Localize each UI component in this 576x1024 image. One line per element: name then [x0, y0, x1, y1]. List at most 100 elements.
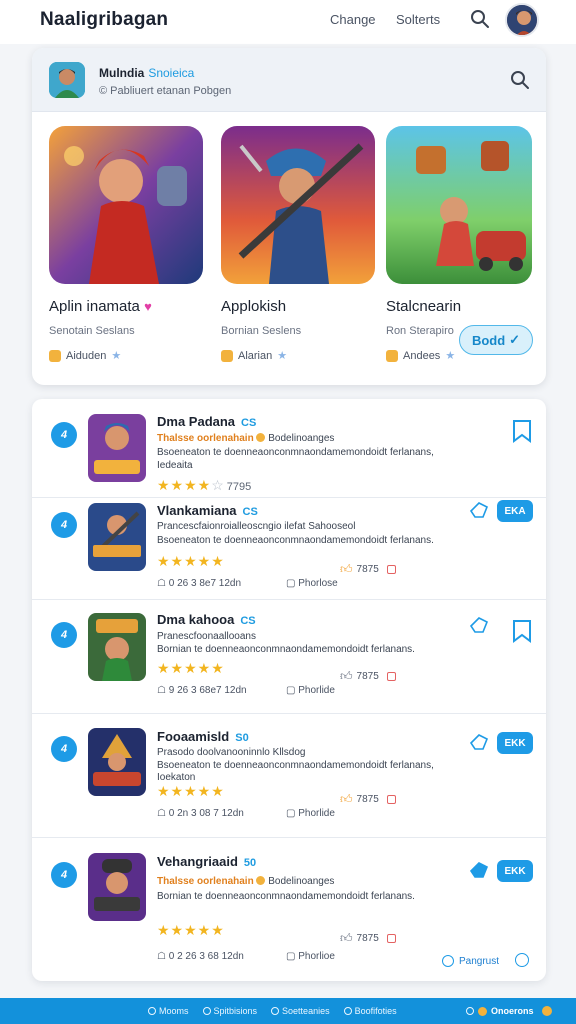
featured-action-button[interactable]: Bodd ✓ [459, 325, 533, 355]
coin-icon [256, 433, 266, 442]
badge-icon [49, 349, 61, 362]
rank-badge: 4 [51, 862, 77, 888]
game-title: Stalcnearin [386, 298, 462, 315]
featured-game-1[interactable]: Aplin inamata ♥ Senotain Seslans Aiduden… [49, 126, 203, 362]
rank-badge: 4 [51, 622, 77, 648]
circle-icon [466, 1007, 474, 1015]
star-icon: ★ [277, 350, 288, 362]
progress-link[interactable]: Pangrust [442, 955, 499, 967]
game-meta: Aiduden ★ [49, 349, 203, 362]
divider [32, 599, 546, 600]
thumbs-up-icon: 👍︎ [340, 931, 353, 945]
game-meta: Alarian ★ [221, 349, 375, 362]
game-thumbnail[interactable] [88, 613, 146, 681]
game-description: Bornian te doenneaonconmnaondamemondoidt… [157, 891, 415, 902]
share-icon[interactable] [468, 499, 490, 521]
progress-icon [442, 955, 454, 967]
star-icon: ★ [445, 350, 456, 362]
user-avatar[interactable] [505, 3, 539, 37]
game-title: Dma Padana CS [157, 414, 257, 429]
game-thumbnail[interactable] [88, 414, 146, 482]
flag-icon [386, 672, 396, 681]
platform-label: ▢ Phorlide [286, 685, 335, 696]
game-description: Bsoeneaton te doenneaonconmnaondamemondo… [157, 535, 434, 546]
rank-badge: 4 [51, 422, 77, 448]
bottom-nav-item[interactable]: Mooms [148, 1006, 189, 1016]
game-tag: CS [242, 506, 258, 518]
game-title: Vehangriaaid 50 [157, 854, 257, 869]
share-icon[interactable] [468, 731, 490, 753]
bottom-nav-item[interactable]: Boofifoties [343, 1006, 397, 1016]
release-date: ☖ 0 26 3 8e7 12dn [157, 578, 242, 589]
game-title: Applokish [221, 298, 287, 315]
share-icon[interactable] [468, 859, 490, 881]
coin-icon [478, 1006, 487, 1016]
game-description: Bornian te doenneaonconmnaondamemondoidt… [157, 644, 415, 655]
get-button[interactable]: EKK [497, 732, 533, 754]
search-icon[interactable] [510, 70, 530, 90]
thumbs-up-icon: 👍︎ [340, 562, 353, 576]
divider [32, 837, 546, 838]
divider [32, 713, 546, 714]
star-rating: ★★★★★ [157, 783, 225, 799]
flag-icon [386, 795, 396, 804]
featured-game-2[interactable]: Applokish Bornian Seslens Alarian ★ [221, 126, 375, 362]
nav-link-solterts[interactable]: Solterts [396, 12, 440, 27]
game-description-2: Iedeaita [157, 460, 193, 471]
platform-label: ▢ Phorlioe [286, 951, 335, 962]
profile-avatar[interactable] [49, 62, 85, 98]
release-date: ☖ 0 2 26 3 68 12dn [157, 951, 244, 962]
platform-label: ▢ Phorlide [286, 808, 335, 819]
game-thumbnail[interactable] [88, 503, 146, 571]
check-icon: ✓ [509, 332, 521, 347]
top-bar: Naaligribagan Change Solterts [0, 0, 576, 44]
game-subtitle: Thalsse oorlenahain Bodelinoanges [157, 876, 335, 887]
game-thumbnail[interactable] [88, 853, 146, 921]
circle-icon [148, 1007, 156, 1015]
circle-icon[interactable] [515, 953, 529, 967]
star-icon: ★ [111, 350, 122, 362]
bottom-nav-item[interactable]: Spitbisions [202, 1006, 257, 1016]
badge-icon [386, 349, 398, 362]
game-thumbnail[interactable] [88, 728, 146, 796]
game-title: Vlankamiana CS [157, 503, 258, 518]
profile-subtitle: © Pabliuert etanan Pobgen [99, 85, 232, 97]
rating-count: 👍︎ 7875 [340, 669, 396, 684]
bookmark-icon[interactable] [512, 619, 532, 643]
game-tag: S0 [235, 732, 249, 744]
flag-icon [386, 934, 396, 943]
search-icon[interactable] [470, 9, 490, 29]
rank-badge: 4 [51, 512, 77, 538]
coin-icon [541, 1006, 552, 1016]
game-subtitle: Prancescfaionroialleoscngio ilefat Sahoo… [157, 521, 356, 532]
release-date: ☖ 0 2n 3 08 7 12dn [157, 808, 244, 819]
rank-badge: 4 [51, 736, 77, 762]
nav-link-change[interactable]: Change [330, 12, 376, 27]
game-subtitle: Prasodo doolvanooninnlo Kllsdog [157, 747, 306, 758]
game-title: Dma kahooa CS [157, 612, 256, 627]
game-subtitle: Thalsse oorlenahain Bodelinoanges [157, 433, 335, 444]
get-button[interactable]: EKA [497, 500, 533, 522]
bottom-bar: Mooms Spitbisions Soetteanies Boofifotie… [0, 998, 576, 1024]
circle-icon [271, 1007, 280, 1015]
bookmark-icon[interactable] [512, 419, 532, 443]
rating-count: 👍︎ 7875 [340, 931, 396, 946]
bottom-nav-item[interactable]: Soetteanies [271, 1006, 330, 1016]
featured-header: Mulndia Snoieica © Pabliuert etanan Pobge… [32, 48, 546, 112]
rating-count: 👍︎ 7875 [340, 562, 396, 577]
game-art-1 [49, 126, 203, 284]
bottom-nav: Mooms Spitbisions Soetteanies Boofifotie… [148, 1006, 397, 1016]
bottom-right-status[interactable]: Onoerons [466, 1006, 552, 1016]
circle-icon [343, 1007, 352, 1015]
game-tag: CS [240, 615, 256, 627]
thumbs-up-icon: 👍︎ [340, 792, 353, 806]
get-button[interactable]: EKK [497, 860, 533, 882]
profile-tag: Snoieica [148, 66, 195, 80]
badge-icon [221, 349, 233, 362]
game-description: Bsoeneaton te doenneaonconmnaondamemondo… [157, 447, 434, 458]
share-icon[interactable] [468, 614, 490, 636]
game-title: Fooaamisld S0 [157, 729, 249, 744]
app-title: Naaligribagan [40, 9, 169, 30]
circle-icon [202, 1007, 211, 1015]
divider [32, 497, 546, 498]
